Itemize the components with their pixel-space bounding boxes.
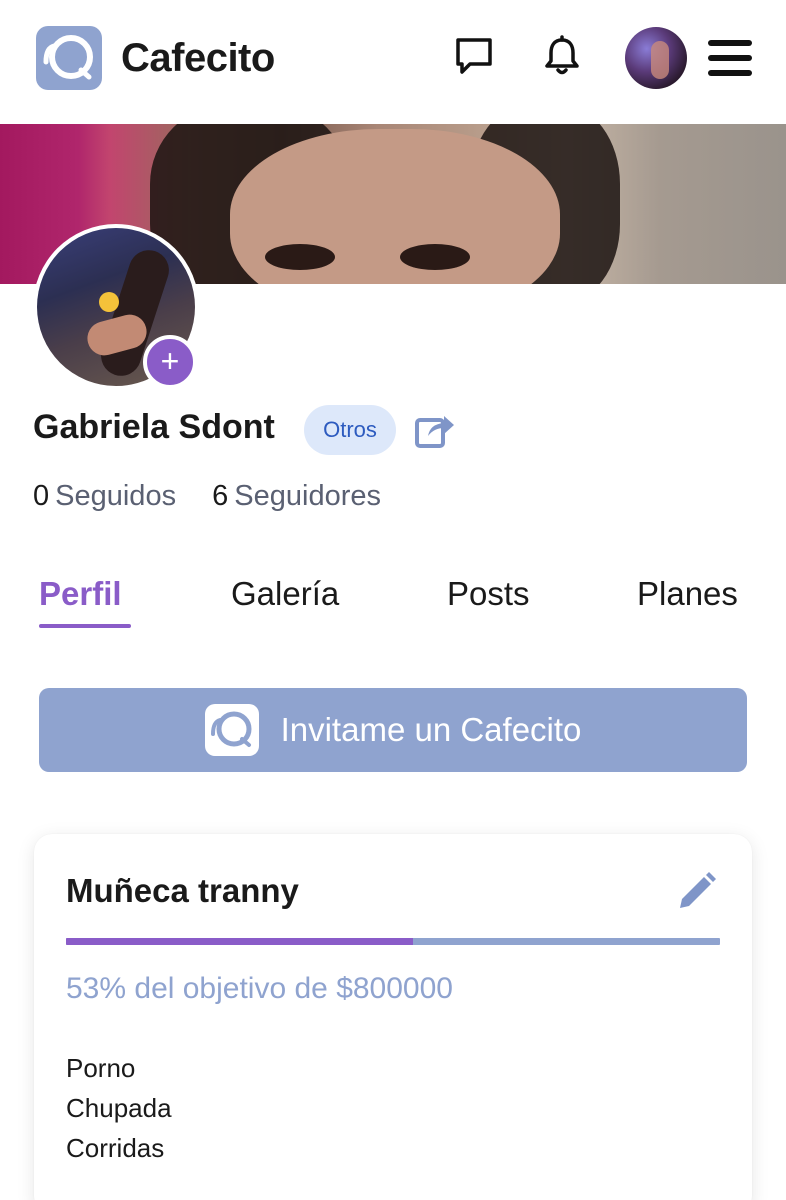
description-line: Chupada (66, 1093, 172, 1123)
invite-button-label: Invitame un Cafecito (280, 711, 582, 748)
goal-progress-bar (66, 938, 720, 945)
invite-cafecito-button[interactable]: Invitame un Cafecito (39, 688, 747, 772)
user-avatar[interactable] (625, 27, 687, 89)
category-badge: Otros (304, 405, 396, 455)
goal-progress-text: 53% del objetivo de $800000 (66, 972, 453, 1005)
goal-title: Muñeca tranny (66, 872, 299, 909)
cafecito-logo-icon[interactable] (36, 26, 102, 90)
description-line: Corridas (66, 1133, 165, 1163)
following-stat[interactable]: 0 Seguidos (33, 480, 176, 513)
pencil-icon[interactable] (674, 870, 718, 914)
add-photo-button[interactable]: + (143, 335, 197, 389)
profile-name: Gabriela Sdont (33, 408, 275, 446)
chat-bubble-icon[interactable] (450, 32, 498, 80)
goal-description: Porno Chupada Corridas (66, 1048, 172, 1168)
top-navigation-bar: Cafecito (0, 0, 786, 124)
brand-name[interactable]: Cafecito (121, 36, 275, 81)
tab-galeria[interactable]: Galería (231, 575, 339, 613)
follow-stats: 0 Seguidos 6 Seguidores (33, 480, 409, 513)
tab-posts[interactable]: Posts (447, 575, 530, 613)
goal-card: Muñeca tranny 53% del objetivo de $80000… (34, 834, 752, 1200)
share-icon[interactable] (414, 410, 456, 450)
goal-progress-fill (66, 938, 413, 945)
followers-stat[interactable]: 6 Seguidores (212, 480, 381, 513)
tab-perfil[interactable]: Perfil (39, 575, 122, 613)
active-tab-indicator (39, 624, 131, 628)
cafecito-logo-icon (204, 704, 259, 756)
hamburger-menu-icon[interactable] (708, 38, 752, 78)
tab-planes[interactable]: Planes (637, 575, 738, 613)
bell-icon[interactable] (538, 32, 586, 80)
emoji-sticker-icon (99, 292, 119, 312)
description-line: Porno (66, 1053, 136, 1083)
